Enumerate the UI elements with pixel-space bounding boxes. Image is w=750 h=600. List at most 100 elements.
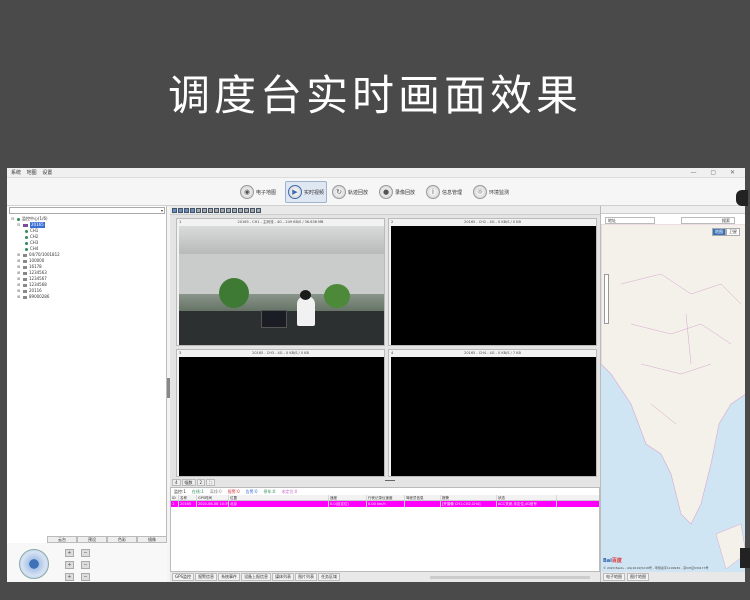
status-count[interactable]: 未定位:0 [281,488,297,495]
side-float-button[interactable] [740,548,750,568]
splitter-handle[interactable] [385,480,395,481]
tree-device[interactable]: ⊞ 89000286 [11,294,161,300]
status-count[interactable]: 离线:0 [210,488,222,495]
column-header[interactable]: 速度 [329,495,367,500]
vehicle-icon [23,265,27,269]
side-float-button[interactable] [736,190,748,206]
tool-track-replay-button[interactable]: ↻ 轨迹回放 [332,181,368,203]
bottom-tab[interactable]: 媒体列表 [272,573,295,581]
ptz-tab[interactable]: 色彩 [107,536,137,543]
record-icon[interactable] [208,207,213,213]
banner-title: 调度台实时画面效果 [167,71,582,120]
video-window-1[interactable]: 1 20165 - CH1 - 主码流 - 4G - 249 KB/S / 36… [176,218,385,346]
column-header[interactable]: 驾驶员信息 [405,495,441,500]
volume-icon[interactable] [220,207,225,213]
video-feed[interactable] [179,226,384,345]
tool-live-video-button[interactable]: ▶ 实时视频 [285,181,328,203]
device-tree-panel: ▾ ⊟ 监控中心(1/6) ⊟ 20165 CH1 CH2 CH3 CH4 ⊞ 04/… [7,206,167,582]
split-tab[interactable]: 幅数 [181,479,196,486]
menu-map[interactable]: 地图 [27,168,37,178]
ptz-tab[interactable]: 镜像 [137,536,167,543]
settings-icon[interactable] [238,207,243,213]
iris-close-icon[interactable]: − [81,573,90,581]
map-footer-tab[interactable]: 图片地图 [627,573,649,581]
bottom-tab[interactable]: GPS监控 [172,573,195,581]
split-tab[interactable]: 2 [196,479,206,486]
column-header[interactable]: ID [171,495,179,500]
column-header[interactable]: 位置 [229,495,329,500]
window-controls[interactable]: — ▢ ✕ [690,168,741,178]
ptz-tab[interactable]: 预设 [77,536,107,543]
bottom-tab[interactable]: 任务区域 [318,573,341,581]
split-tab[interactable]: ⛶ [206,479,215,486]
column-header[interactable]: 行驶记录仪速度 [367,495,405,500]
video-window-3[interactable]: 3 20165 - CH3 - 4G - 0 KB/S / 0 KB [176,349,385,477]
bottom-tab[interactable]: 系统事件 [218,573,241,581]
vehicle-icon [23,277,27,281]
map-canvas[interactable]: Bai百度 © 2020 Baidu - GS(2019)5218号 - 甲测资… [601,224,745,574]
video-feed[interactable] [391,357,596,476]
video-header: 20165 - CH4 - 4G - 0 KB/S / 7 KB [464,351,521,355]
camera-icon [25,235,28,239]
layout-16-icon[interactable] [190,207,195,213]
split-tab[interactable]: 4 [172,479,181,486]
play-icon[interactable] [244,207,249,213]
fullscreen-icon[interactable] [196,207,201,213]
device-search-input[interactable]: ▾ [9,207,165,214]
layout-1-icon[interactable] [172,207,177,213]
online-icon [17,217,20,221]
tool-env-monitor-button[interactable]: ☼ 环境监测 [473,181,509,203]
bottom-tab[interactable]: 图片列表 [295,573,318,581]
status-count[interactable]: 报警:0 [228,488,240,495]
column-header[interactable]: 名称 [179,495,197,500]
column-header[interactable]: GPS时间 [197,495,229,500]
column-header[interactable]: 报警 [441,495,497,500]
video-window-4[interactable]: 4 20165 - CH4 - 4G - 0 KB/S / 7 KB [388,349,597,477]
bottom-tab[interactable]: 设备上报信息 [241,573,272,581]
snapshot-icon[interactable] [202,207,207,213]
menu-system[interactable]: 系统 [11,168,21,178]
video-feed[interactable] [179,357,384,476]
tool-record-replay-button[interactable]: ● 录像回放 [379,181,415,203]
bottom-tab[interactable]: 报警信息 [195,573,218,581]
tool-emap-button[interactable]: ◉ 电子地图 [240,181,276,203]
map-search-button[interactable]: 搜索 [681,217,735,224]
collapse-icon: ⊟ [11,216,15,221]
ptz-center-button[interactable] [29,559,39,569]
zoom-out-icon[interactable]: − [81,549,90,557]
horizontal-scrollbar[interactable] [430,576,590,579]
column-header[interactable]: 状态 [497,495,557,500]
status-count[interactable]: 监控:1 [174,488,186,495]
dispatch-console-window: 系统 地图 设置 — ▢ ✕ ◉ 电子地图 ▶ 实时视频 ↻ 轨迹回放 ● 录像回放 i… [7,168,745,582]
menu-settings[interactable]: 设置 [42,168,52,178]
iris-open-icon[interactable]: + [65,573,74,581]
close-all-icon[interactable] [256,207,261,213]
tool-info-manage-button[interactable]: i 信息管理 [426,181,462,203]
focus-near-icon[interactable]: + [65,561,74,569]
ptz-tab[interactable]: 云台 [47,536,77,543]
focus-far-icon[interactable]: − [81,561,90,569]
talk-icon[interactable] [226,207,231,213]
layout-9-icon[interactable] [184,207,189,213]
video-center-panel: 1 20165 - CH1 - 主码流 - 4G - 249 KB/S / 36… [170,206,600,582]
map-type-satellite[interactable]: 卫星 [726,228,740,236]
pause-icon[interactable] [250,207,255,213]
monitor-icon[interactable] [232,207,237,213]
status-count[interactable]: 停车:0 [264,488,276,495]
video-window-2[interactable]: 2 20165 - CH2 - 4G - 0 KB/S / 0 KB [388,218,597,346]
status-count[interactable]: 告警:0 [246,488,258,495]
map-footer-tab[interactable]: 电子地图 [603,573,625,581]
camera-icon [25,247,28,251]
map-type-normal[interactable]: 地图 [712,228,726,236]
zoom-in-icon[interactable]: + [65,549,74,557]
map-zoom-slider[interactable] [604,274,609,324]
map-copyright: © 2020 Baidu - GS(2019)5218号 - 甲测资字11009… [603,566,709,570]
video-feed[interactable] [391,226,596,345]
stop-icon[interactable] [214,207,219,213]
vehicle-icon [23,283,27,287]
table-row[interactable]: 1201652020-06-08 10:39:17北京0.0(自定位)0.00 … [171,501,599,507]
layout-4-icon[interactable] [178,207,183,213]
map-address-input[interactable]: 地址 [605,217,655,224]
status-count[interactable]: 在线:1 [192,488,204,495]
status-summary: 监控:1 在线:1 离线:0 报警:0 告警:0 停车:0 未定位:0 [171,488,599,495]
